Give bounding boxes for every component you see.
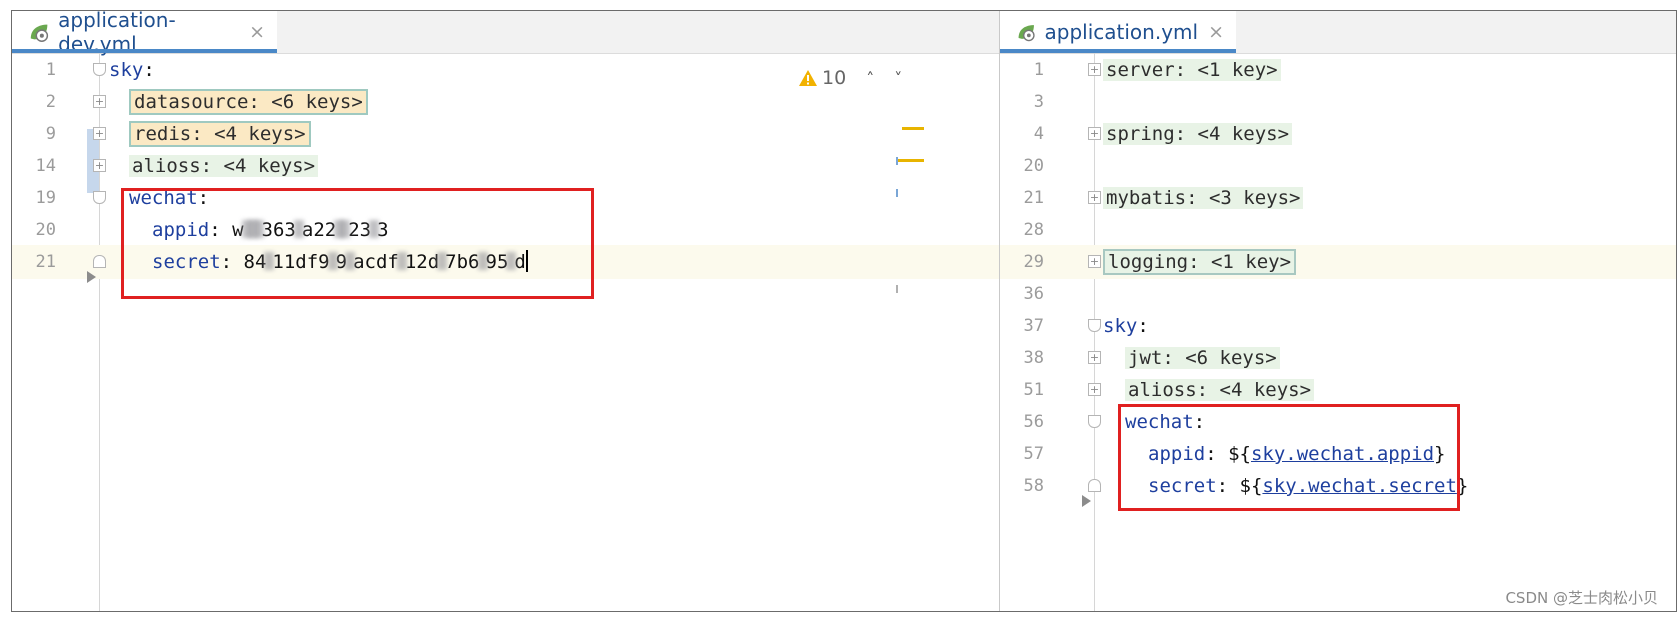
breakpoint-arrow-icon <box>87 271 96 283</box>
line-number: 2 <box>45 92 56 112</box>
tab-title: application-dev.yml <box>58 11 176 56</box>
line-number: 4 <box>1033 124 1044 144</box>
line-number: 1 <box>45 60 56 80</box>
line-number: 9 <box>45 124 56 144</box>
folded-region[interactable]: jwt: <6 keys> <box>1125 347 1280 369</box>
ide-editor-area: application-dev.yml × 10 ˄ ˅ 1 sky: 2 + … <box>11 10 1677 612</box>
expand-toggle[interactable]: + <box>1088 127 1101 140</box>
code-text: alioss: <4 keys> <box>129 154 319 178</box>
code-line: 9 + redis: <4 keys> <box>12 117 999 151</box>
line-number: 14 <box>35 156 56 176</box>
spring-leaf-icon <box>1018 25 1035 42</box>
code-text: spring: <4 keys> <box>1103 122 1293 146</box>
line-number: 3 <box>1033 92 1044 112</box>
code-line-current: 29 + logging: <1 key> <box>1000 245 1676 279</box>
code-text: sky: <box>109 59 155 81</box>
code-line: 1 sky: <box>12 53 999 87</box>
tab-title: application.yml <box>1044 20 1199 44</box>
expand-toggle[interactable]: + <box>1088 383 1101 396</box>
expand-toggle[interactable]: + <box>1088 63 1101 76</box>
code-line: 38 + jwt: <6 keys> <box>1000 341 1676 375</box>
left-tab-bar: application-dev.yml × <box>12 11 999 56</box>
code-line: 51 + alioss: <4 keys> <box>1000 373 1676 407</box>
line-number: 21 <box>35 252 56 272</box>
fold-toggle[interactable] <box>1088 319 1101 332</box>
line-number: 36 <box>1023 284 1044 304</box>
code-text: sky: <box>1103 315 1149 337</box>
expand-toggle[interactable]: + <box>1088 351 1101 364</box>
code-text: server: <1 key> <box>1103 58 1281 82</box>
line-number: 20 <box>1023 156 1044 176</box>
highlight-box <box>1118 404 1460 511</box>
line-number: 38 <box>1023 348 1044 368</box>
code-line: 2 + datasource: <6 keys> <box>12 85 999 119</box>
line-number: 29 <box>1023 252 1044 272</box>
folded-region[interactable]: alioss: <4 keys> <box>1125 379 1315 401</box>
code-line: 28 <box>1000 213 1676 247</box>
folded-region[interactable]: mybatis: <3 keys> <box>1103 187 1304 209</box>
breakpoint-arrow-icon <box>1082 495 1091 507</box>
code-line: 3 <box>1000 85 1676 119</box>
line-number: 1 <box>1033 60 1044 80</box>
line-number: 51 <box>1023 380 1044 400</box>
code-line: 4 + spring: <4 keys> <box>1000 117 1676 151</box>
tab-application-dev-yml[interactable]: application-dev.yml × <box>12 11 277 56</box>
folded-region[interactable]: server: <1 key> <box>1103 59 1281 81</box>
code-line: 20 <box>1000 149 1676 183</box>
fold-end-toggle[interactable] <box>93 255 106 268</box>
expand-toggle[interactable]: + <box>1088 191 1101 204</box>
expand-toggle[interactable]: + <box>93 95 106 108</box>
folded-region[interactable]: alioss: <4 keys> <box>129 155 319 177</box>
expand-toggle[interactable]: + <box>93 127 106 140</box>
line-number: 37 <box>1023 316 1044 336</box>
code-text: mybatis: <3 keys> <box>1103 186 1304 210</box>
tab-application-yml[interactable]: application.yml × <box>1000 11 1236 53</box>
right-tab-bar: application.yml × <box>1000 11 1676 54</box>
fold-toggle[interactable] <box>93 63 106 76</box>
close-icon[interactable]: × <box>249 21 265 43</box>
line-number: 19 <box>35 188 56 208</box>
code-text: alioss: <4 keys> <box>1125 378 1315 402</box>
right-editor-pane: application.yml × 1 + server: <1 key> 3 … <box>1000 11 1676 611</box>
watermark: CSDN @芝士肉松小贝 <box>1505 589 1658 607</box>
code-line: 36 <box>1000 277 1676 311</box>
line-number: 56 <box>1023 412 1044 432</box>
highlight-box <box>121 188 594 299</box>
code-line: 1 + server: <1 key> <box>1000 53 1676 87</box>
spring-leaf-icon <box>30 24 49 42</box>
fold-end-toggle[interactable] <box>1088 479 1101 492</box>
left-editor-pane: application-dev.yml × 10 ˄ ˅ 1 sky: 2 + … <box>12 11 999 611</box>
line-number: 57 <box>1023 444 1044 464</box>
expand-toggle[interactable]: + <box>1088 255 1101 268</box>
close-icon[interactable]: × <box>1208 21 1224 43</box>
folded-region[interactable]: logging: <1 key> <box>1103 249 1297 275</box>
code-line: 14 + alioss: <4 keys> <box>12 149 999 183</box>
fold-toggle[interactable] <box>1088 415 1101 428</box>
folded-region[interactable]: redis: <4 keys> <box>129 121 311 147</box>
scroll-marker <box>896 285 898 293</box>
code-line: 21 + mybatis: <3 keys> <box>1000 181 1676 215</box>
folded-region[interactable]: spring: <4 keys> <box>1103 123 1293 145</box>
line-number: 58 <box>1023 476 1044 496</box>
folded-region[interactable]: datasource: <6 keys> <box>129 89 368 115</box>
line-number: 28 <box>1023 220 1044 240</box>
code-text: datasource: <6 keys> <box>129 89 368 115</box>
line-number: 21 <box>1023 188 1044 208</box>
code-text: jwt: <6 keys> <box>1125 346 1280 370</box>
line-number: 20 <box>35 220 56 240</box>
fold-toggle[interactable] <box>93 191 106 204</box>
code-text: redis: <4 keys> <box>129 121 311 147</box>
code-text: logging: <1 key> <box>1103 249 1297 275</box>
expand-toggle[interactable]: + <box>93 159 106 172</box>
code-line: 37 sky: <box>1000 309 1676 343</box>
